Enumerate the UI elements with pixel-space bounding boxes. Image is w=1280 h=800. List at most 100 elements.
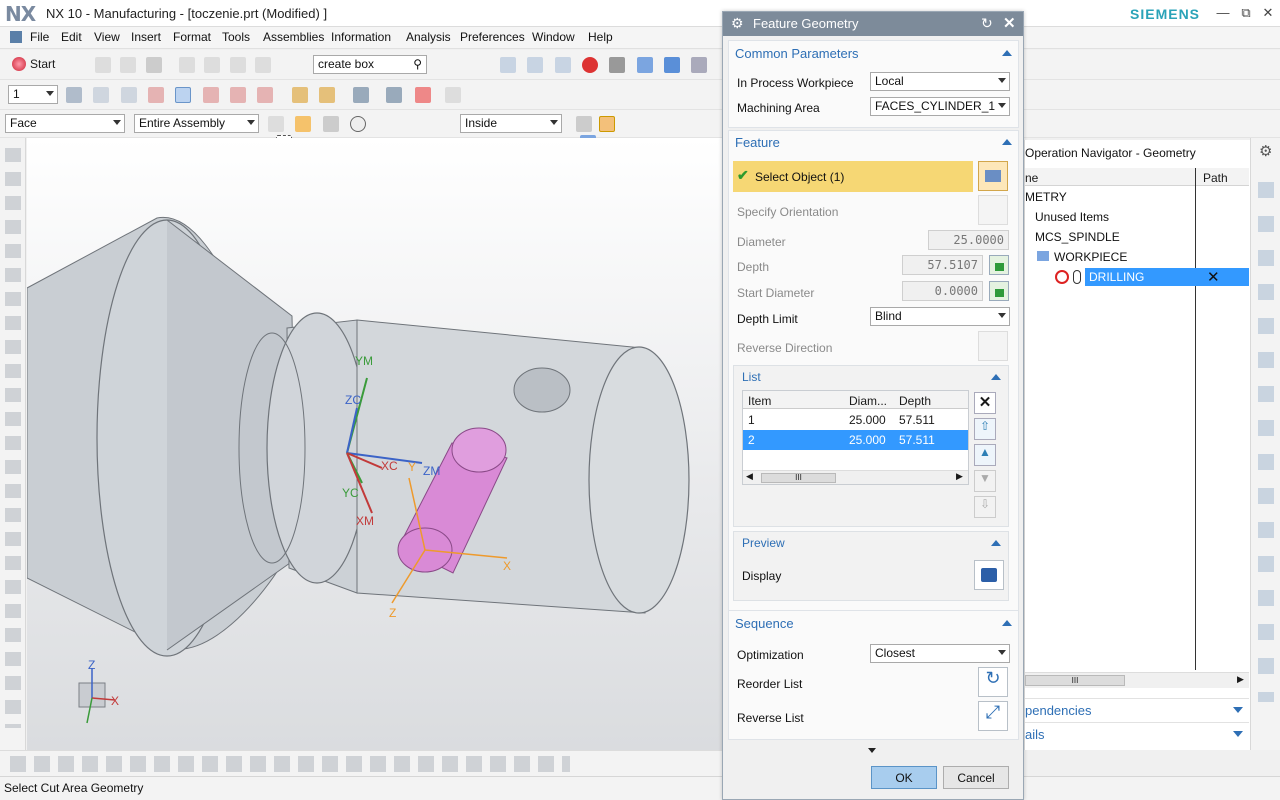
menu-preferences[interactable]: Preferences (460, 30, 525, 44)
new-icon[interactable] (95, 57, 111, 73)
snap-tools-group[interactable] (66, 87, 286, 103)
menu-tools[interactable]: Tools (222, 30, 250, 44)
measure-icon[interactable] (352, 87, 369, 103)
resource-tab-icons[interactable] (1258, 182, 1274, 702)
selection-mode-select[interactable]: Inside (460, 114, 562, 133)
view-tools-group[interactable] (500, 57, 720, 73)
snap-edge-icon[interactable] (322, 116, 339, 132)
col-diameter[interactable]: Diam... (849, 394, 887, 408)
col-depth[interactable]: Depth (899, 394, 931, 408)
preview-header[interactable]: Preview (742, 536, 785, 550)
csys-move-icon[interactable] (230, 87, 247, 103)
common-parameters-header[interactable]: Common Parameters (735, 46, 859, 61)
workpiece-select[interactable]: Local (870, 72, 1010, 91)
feature-header[interactable]: Feature (735, 135, 780, 150)
help-icon[interactable] (444, 87, 461, 103)
shade-icon[interactable] (609, 57, 626, 73)
record-icon[interactable] (582, 57, 599, 73)
menu-insert[interactable]: Insert (131, 30, 161, 44)
depth-lock-icon[interactable] (989, 255, 1009, 275)
brush-icon[interactable] (319, 87, 336, 103)
graphics-viewport[interactable]: YM ZC XC Y ZM YC XM X Z Z X (27, 138, 722, 750)
display-preview-icon[interactable] (974, 560, 1004, 590)
menu-assemblies[interactable]: Assemblies (263, 30, 324, 44)
render-group[interactable] (576, 116, 636, 151)
nav-drilling-row[interactable]: DRILLING ✕ (1085, 268, 1249, 286)
scroll-right-icon[interactable]: ▶ (956, 471, 963, 482)
scroll-thumb[interactable]: III (761, 473, 836, 483)
menu-analysis[interactable]: Analysis (406, 30, 451, 44)
reset-icon[interactable]: ↻ (981, 15, 993, 32)
navigator-scrollbar[interactable]: III ▶ (1025, 672, 1249, 688)
csys-save-icon[interactable] (257, 87, 274, 103)
app-menu-icon[interactable] (10, 31, 22, 43)
model-canvas[interactable] (27, 138, 722, 750)
menu-file[interactable]: File (30, 30, 49, 44)
feature-list-table[interactable]: Item Diam... Depth 1 25.000 57.511 2 25.… (742, 390, 969, 485)
machining-area-select[interactable]: FACES_CYLINDER_1 (870, 97, 1010, 116)
settings-gear-icon[interactable]: ⚙ (1259, 142, 1272, 160)
paint-icon[interactable] (292, 87, 308, 103)
cube-grid-icon[interactable] (691, 57, 708, 73)
table-row[interactable]: 1 25.000 57.511 (743, 410, 968, 430)
depth-limit-select[interactable]: Blind (870, 307, 1010, 326)
move-top-icon[interactable]: ⇧ (974, 418, 996, 440)
list-scrollbar[interactable]: ◀ III ▶ (743, 470, 968, 484)
col-name[interactable]: ne (1025, 171, 1038, 185)
select-object-row[interactable]: ✔ Select Object (1) (733, 161, 973, 192)
paste-icon[interactable] (229, 57, 246, 73)
command-finder-input[interactable]: create box ⚲ (313, 55, 427, 74)
cube-icon[interactable] (636, 57, 653, 73)
restore-icon[interactable]: ⧉ (1236, 5, 1256, 23)
table-icon[interactable] (527, 57, 544, 73)
misc-tools-group[interactable] (292, 87, 472, 103)
col-item[interactable]: Item (748, 394, 771, 408)
nav-unused-items[interactable]: Unused Items (1035, 210, 1109, 224)
remove-item-icon[interactable]: ✕ (974, 392, 996, 414)
nav-workpiece[interactable]: WORKPIECE (1054, 250, 1127, 264)
type-filter-select[interactable]: Face (5, 114, 125, 133)
csys-rotate-icon[interactable] (202, 87, 219, 103)
collapse-feature-icon[interactable] (1002, 139, 1012, 145)
close-window-icon[interactable]: ✕ (1258, 5, 1278, 23)
collapse-preview-icon[interactable] (991, 540, 1001, 546)
scroll-left-icon[interactable]: ◀ (746, 471, 753, 482)
search-icon[interactable]: ⚲ (413, 57, 422, 71)
collapse-sequence-icon[interactable] (1002, 620, 1012, 626)
cube-blue-icon[interactable] (664, 57, 681, 73)
grid-icon[interactable] (554, 57, 571, 73)
menu-view[interactable]: View (94, 30, 120, 44)
minimize-icon[interactable]: — (1213, 5, 1233, 23)
collapse-list-icon[interactable] (991, 374, 1001, 380)
menu-help[interactable]: Help (588, 30, 613, 44)
menu-window[interactable]: Window (532, 30, 575, 44)
list-header[interactable]: List (742, 370, 761, 384)
ok-button[interactable]: OK (871, 766, 937, 789)
expand-details-icon[interactable] (1233, 731, 1243, 737)
start-button[interactable]: Start (30, 57, 55, 71)
more-options-icon[interactable] (868, 748, 876, 753)
rail-icons[interactable] (5, 148, 21, 728)
dialog-header[interactable]: ⚙ Feature Geometry ↻ ✕ (723, 12, 1023, 36)
csys-active-icon[interactable] (175, 87, 192, 103)
reverse-list-icon[interactable]: ⤢ (978, 701, 1008, 731)
cut-icon[interactable] (179, 57, 196, 73)
open-icon[interactable] (120, 57, 137, 73)
snap-filter-group[interactable] (268, 116, 388, 151)
layer-settings-icon[interactable] (66, 87, 82, 103)
reorder-list-icon[interactable]: ↻ (978, 667, 1008, 697)
sequence-header[interactable]: Sequence (735, 616, 794, 631)
csys-icon[interactable] (148, 87, 165, 103)
menu-edit[interactable]: Edit (61, 30, 82, 44)
bottom-tool-icons[interactable] (10, 756, 570, 772)
start-diameter-lock-icon[interactable] (989, 281, 1009, 301)
menu-information[interactable]: Information (331, 30, 391, 44)
layer-select[interactable]: 1 (8, 85, 58, 104)
nav-geometry-root[interactable]: METRY (1025, 190, 1067, 204)
details-panel[interactable]: ails (1025, 722, 1249, 744)
snap-point-icon[interactable] (295, 116, 312, 132)
select-object-icon[interactable] (978, 161, 1008, 191)
snap-icon[interactable] (268, 116, 284, 132)
navigator-scroll-thumb[interactable]: III (1025, 675, 1125, 686)
table-row-selected[interactable]: 2 25.000 57.511 (743, 430, 968, 450)
